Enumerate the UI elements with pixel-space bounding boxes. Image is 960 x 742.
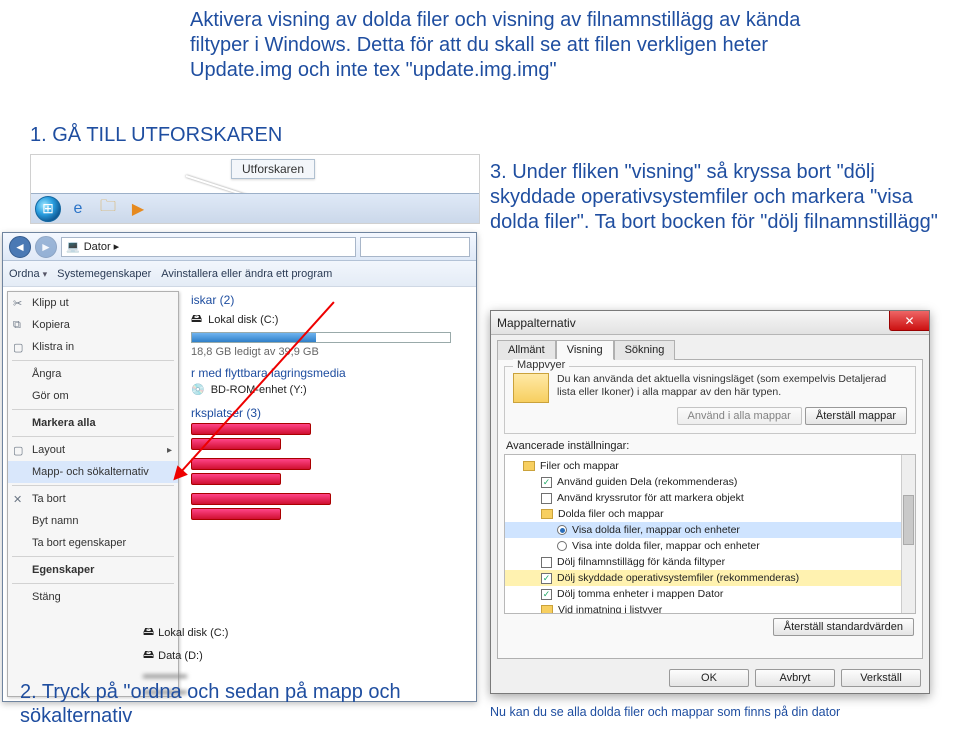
dialog-title: Mappalternativ	[491, 311, 929, 335]
tooltip-utforskaren: Utforskaren	[231, 159, 315, 179]
advanced-tree[interactable]: Filer och mappar ✓Använd guiden Dela (re…	[504, 454, 916, 614]
group-label: Mappvyer	[513, 359, 569, 371]
tab-sokning[interactable]: Sökning	[614, 340, 676, 360]
mappalternativ-dialog: Mappalternativ ✕ Allmänt Visning Sökning…	[490, 310, 930, 694]
tab-allmant[interactable]: Allmänt	[497, 340, 556, 360]
redacted-5	[191, 493, 331, 505]
ctx-taegen[interactable]: Ta bort egenskaper	[8, 532, 178, 554]
redacted-6	[191, 508, 281, 520]
uninstall-button[interactable]: Avinstallera eller ändra ett program	[161, 268, 332, 280]
disk-icon: 🖴	[191, 310, 202, 329]
explorer-toolbar: Ordna Systemegenskaper Avinstallera elle…	[3, 261, 476, 287]
step3-text: 3. Under fliken "visning" så kryssa bort…	[490, 160, 950, 235]
tree-inmatning: Vid inmatning i listvyer	[505, 602, 915, 614]
disk-c-free: 18,8 GB ledigt av 39,9 GB	[191, 346, 468, 358]
ctx-klistra[interactable]: ▢Klistra in	[8, 336, 178, 358]
tree-visa-dolda[interactable]: Visa dolda filer, mappar och enheter	[505, 522, 915, 538]
ctx-markera-alla[interactable]: Markera alla	[8, 412, 178, 434]
intro-text: Aktivera visning av dolda filer och visn…	[190, 8, 830, 83]
close-icon[interactable]: ✕	[889, 311, 929, 331]
ctx-kopiera[interactable]: ⧉Kopiera	[8, 314, 178, 336]
advanced-label: Avancerade inställningar:	[506, 440, 916, 452]
sidebar-localc[interactable]: 🖴Lokal disk (C:)	[143, 623, 228, 642]
dialog-tabs: Allmänt Visning Sökning	[491, 335, 929, 359]
tree-dolda: Dolda filer och mappar	[505, 506, 915, 522]
wmp-icon[interactable]: ▶	[125, 198, 151, 220]
tree-skyddade[interactable]: ✓Dölj skyddade operativsystemfiler (reko…	[505, 570, 915, 586]
step1-heading: 1. GÅ TILL UTFORSKAREN	[30, 124, 282, 147]
redacted-4	[191, 473, 281, 485]
breadcrumb-text: Dator ▸	[84, 240, 119, 253]
folder-icon	[513, 373, 549, 403]
computer-icon: 💻	[66, 240, 80, 253]
tree-root: Filer och mappar	[505, 458, 915, 474]
group-desc: Du kan använda det aktuella visningsläge…	[557, 373, 907, 403]
nav-fwd-button[interactable]: ►	[35, 236, 57, 258]
ctx-angra[interactable]: Ångra	[8, 363, 178, 385]
ctx-layout[interactable]: ▢Layout	[8, 439, 178, 461]
disk-c-usage	[191, 332, 451, 343]
breadcrumb[interactable]: 💻 Dator ▸	[61, 237, 356, 257]
ok-button[interactable]: OK	[669, 669, 749, 687]
ordna-button[interactable]: Ordna	[9, 268, 47, 280]
redacted-3	[191, 458, 311, 470]
ie-icon[interactable]: e	[65, 198, 91, 220]
explorer-icon[interactable]: 🗀	[95, 198, 121, 220]
ctx-klipput[interactable]: ✂Klipp ut	[8, 292, 178, 314]
cancel-button[interactable]: Avbryt	[755, 669, 835, 687]
redacted-1	[191, 423, 311, 435]
ctx-egenskaper[interactable]: Egenskaper	[8, 559, 178, 581]
apply-all-folders-button[interactable]: Använd i alla mappar	[677, 407, 802, 425]
tree-tomma[interactable]: ✓Dölj tomma enheter i mappen Dator	[505, 586, 915, 602]
sysprops-button[interactable]: Systemegenskaper	[57, 268, 151, 280]
step2-text: 2. Tryck på "ordna och sedan på mapp och…	[20, 680, 460, 728]
bd-row[interactable]: 💿 BD-ROM-enhet (Y:)	[191, 383, 468, 396]
tree-visa-inte-dolda[interactable]: Visa inte dolda filer, mappar och enhete…	[505, 538, 915, 554]
tree-scrollbar[interactable]	[901, 455, 915, 613]
ctx-stang[interactable]: Stäng	[8, 586, 178, 608]
reset-defaults-button[interactable]: Återställ standardvärden	[773, 618, 914, 636]
explorer-taskbar-strip: Utforskaren ⊞ e 🗀 ▶	[30, 154, 480, 224]
mappvyer-group: Mappvyer Du kan använda det aktuella vis…	[504, 366, 916, 434]
disk-c-row[interactable]: 🖴 Lokal disk (C:)	[191, 310, 468, 329]
ctx-mapp-sokalternativ[interactable]: Mapp- och sökalternativ	[8, 461, 178, 483]
removable-header: r med flyttbara lagringsmedia	[191, 366, 468, 380]
sidebar-datad[interactable]: 🖴Data (D:)	[143, 646, 228, 665]
disc-icon: 💿	[191, 383, 205, 396]
ctx-gorom[interactable]: Gör om	[8, 385, 178, 407]
ctx-bytnamn[interactable]: Byt namn	[8, 510, 178, 532]
start-orb[interactable]: ⊞	[35, 196, 61, 222]
footnote-text: Nu kan du se alla dolda filer och mappar…	[490, 705, 930, 720]
disk-c-label: Lokal disk (C:)	[208, 314, 278, 326]
nav-back-button[interactable]: ◄	[9, 236, 31, 258]
explorer-content: iskar (2) 🖴 Lokal disk (C:) 18,8 GB ledi…	[183, 287, 476, 701]
explorer-addressbar: ◄ ► 💻 Dator ▸	[3, 233, 476, 261]
ctx-tabort[interactable]: ✕Ta bort	[8, 488, 178, 510]
taskbar: ⊞ e 🗀 ▶	[31, 193, 479, 223]
tree-kryssrutor[interactable]: Använd kryssrutor för att markera objekt	[505, 490, 915, 506]
tree-filnamnstillagg[interactable]: Dölj filnamnstillägg för kända filtyper	[505, 554, 915, 570]
search-input[interactable]	[360, 237, 470, 257]
tab-visning[interactable]: Visning	[556, 340, 614, 360]
explorer-window: ◄ ► 💻 Dator ▸ Ordna Systemegenskaper Avi…	[2, 232, 477, 702]
apply-button[interactable]: Verkställ	[841, 669, 921, 687]
tree-dela[interactable]: ✓Använd guiden Dela (rekommenderas)	[505, 474, 915, 490]
reset-folders-button[interactable]: Återställ mappar	[805, 407, 907, 425]
dialog-pane: Mappvyer Du kan använda det aktuella vis…	[497, 359, 923, 659]
